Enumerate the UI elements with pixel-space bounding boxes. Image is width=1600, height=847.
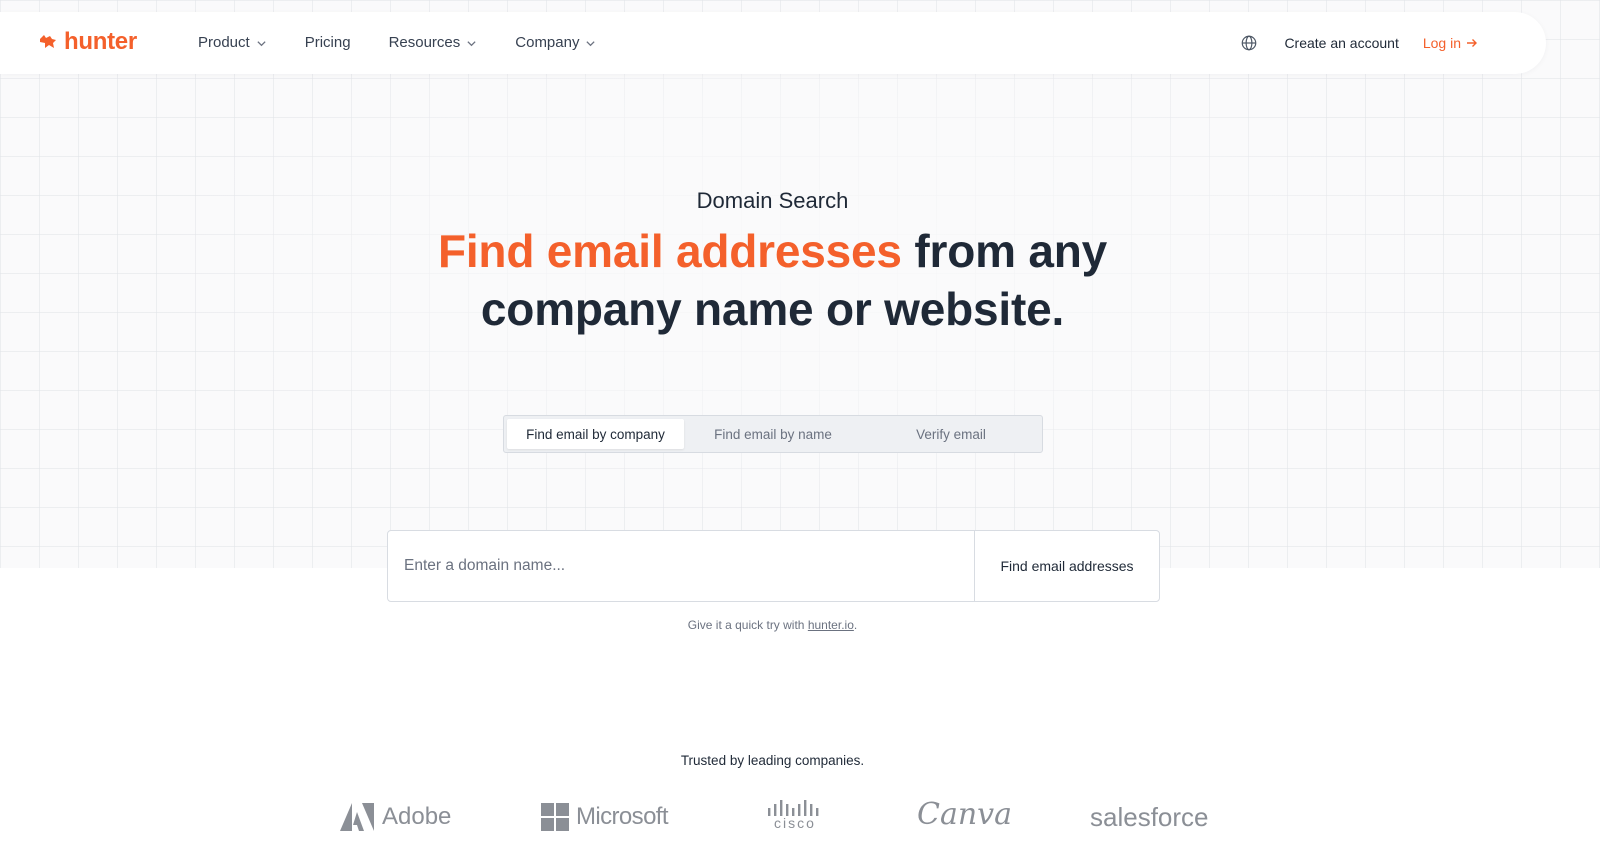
salesforce-logo: salesforce [1090, 802, 1209, 832]
headline-line-2: company name or website. [480, 283, 1065, 335]
adobe-logo: Adobe [340, 802, 451, 832]
nav-item-company[interactable]: Company [515, 33, 596, 53]
globe-icon[interactable] [1240, 34, 1258, 52]
cisco-bars-icon [768, 800, 819, 816]
trusted-heading: Trusted by leading companies. [680, 753, 865, 768]
page-eyebrow: Domain Search [696, 188, 849, 213]
brand-logo[interactable]: hunter [38, 29, 137, 55]
nav-item-label: Resources [388, 34, 461, 51]
brand-text: Adobe [382, 803, 452, 830]
arrow-right-icon [1467, 39, 1477, 47]
brand-name: hunter [64, 28, 137, 55]
canva-logo: Canva [917, 798, 1012, 832]
hint-suffix: . [853, 618, 858, 632]
nav-actions: Create an account Log in [1240, 33, 1478, 53]
cisco-logo: cisco [767, 800, 823, 830]
brand-text: salesforce [1090, 802, 1209, 832]
nav-item-pricing[interactable]: Pricing [305, 33, 351, 53]
chevron-down-icon [586, 40, 596, 46]
microsoft-logo: Microsoft [541, 802, 669, 832]
domain-search-box: Find email addresses [387, 530, 1160, 602]
brand-text: Canva [917, 797, 1012, 832]
headline-rest: from any [901, 225, 1108, 277]
top-navigation: hunter Product Pricing Resources Company… [0, 12, 1546, 74]
nav-item-label: Company [515, 34, 580, 51]
brand-text: cisco [774, 815, 816, 831]
page-title: Find email addresses from any company na… [0, 222, 1545, 338]
fox-logo-icon [40, 35, 56, 48]
login-label: Log in [1422, 35, 1461, 51]
nav-item-resources[interactable]: Resources [389, 33, 478, 53]
brand-text: Microsoft [576, 803, 669, 830]
nav-item-product[interactable]: Product [198, 33, 267, 53]
find-email-addresses-button[interactable]: Find email addresses [974, 531, 1159, 601]
nav-item-label: Pricing [304, 34, 351, 51]
adobe-mark-icon [340, 803, 374, 831]
tab-verify-email[interactable]: Verify email [862, 419, 1040, 449]
chevron-down-icon [257, 40, 266, 46]
tab-find-by-company[interactable]: Find email by company [507, 419, 684, 449]
create-account-link[interactable]: Create an account [1284, 33, 1398, 53]
search-mode-tabs: Find email by company Find email by name… [503, 415, 1043, 453]
nav-item-label: Product [198, 34, 250, 51]
microsoft-grid-icon [541, 803, 569, 831]
try-hint: Give it a quick try with hunter.io. [0, 618, 1545, 632]
chevron-down-icon [467, 40, 476, 46]
tab-find-by-name[interactable]: Find email by name [684, 419, 862, 449]
customer-logos: Adobe Microsoft cisco Canva salesforce [0, 798, 1600, 840]
login-link[interactable]: Log in [1423, 33, 1478, 53]
hint-link[interactable]: hunter.io [808, 618, 854, 632]
main-menu: Product Pricing Resources Company [198, 33, 634, 53]
headline-accent: Find email addresses [437, 225, 902, 277]
domain-input[interactable] [388, 531, 974, 601]
hint-prefix: Give it a quick try with [687, 618, 808, 632]
